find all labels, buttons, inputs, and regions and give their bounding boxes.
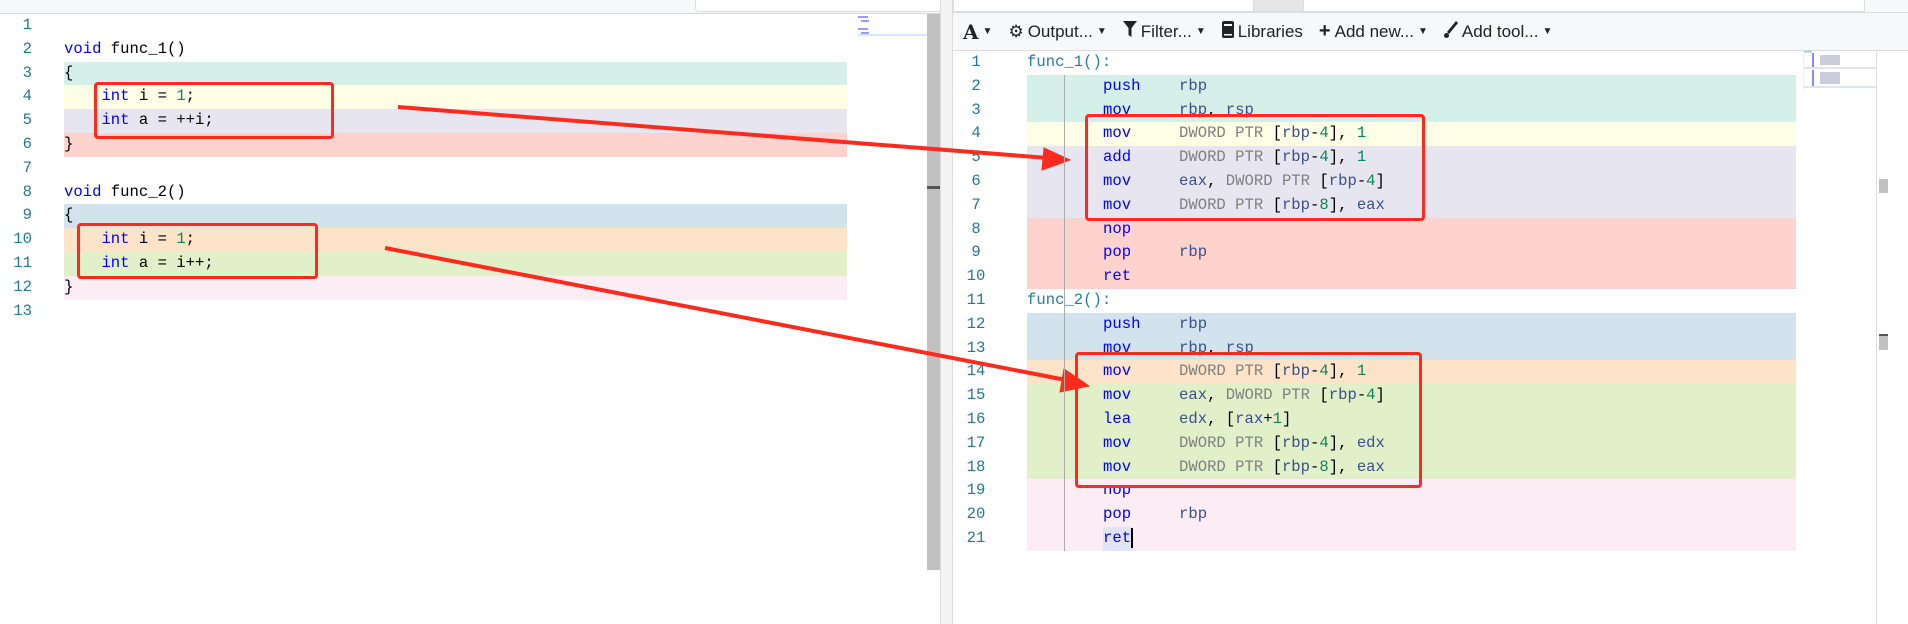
annotation-arrows [384, 105, 1091, 393]
arrow-func2 [384, 246, 1091, 393]
indent-guide [1064, 74, 1065, 551]
arrow-func1 [397, 105, 1072, 171]
